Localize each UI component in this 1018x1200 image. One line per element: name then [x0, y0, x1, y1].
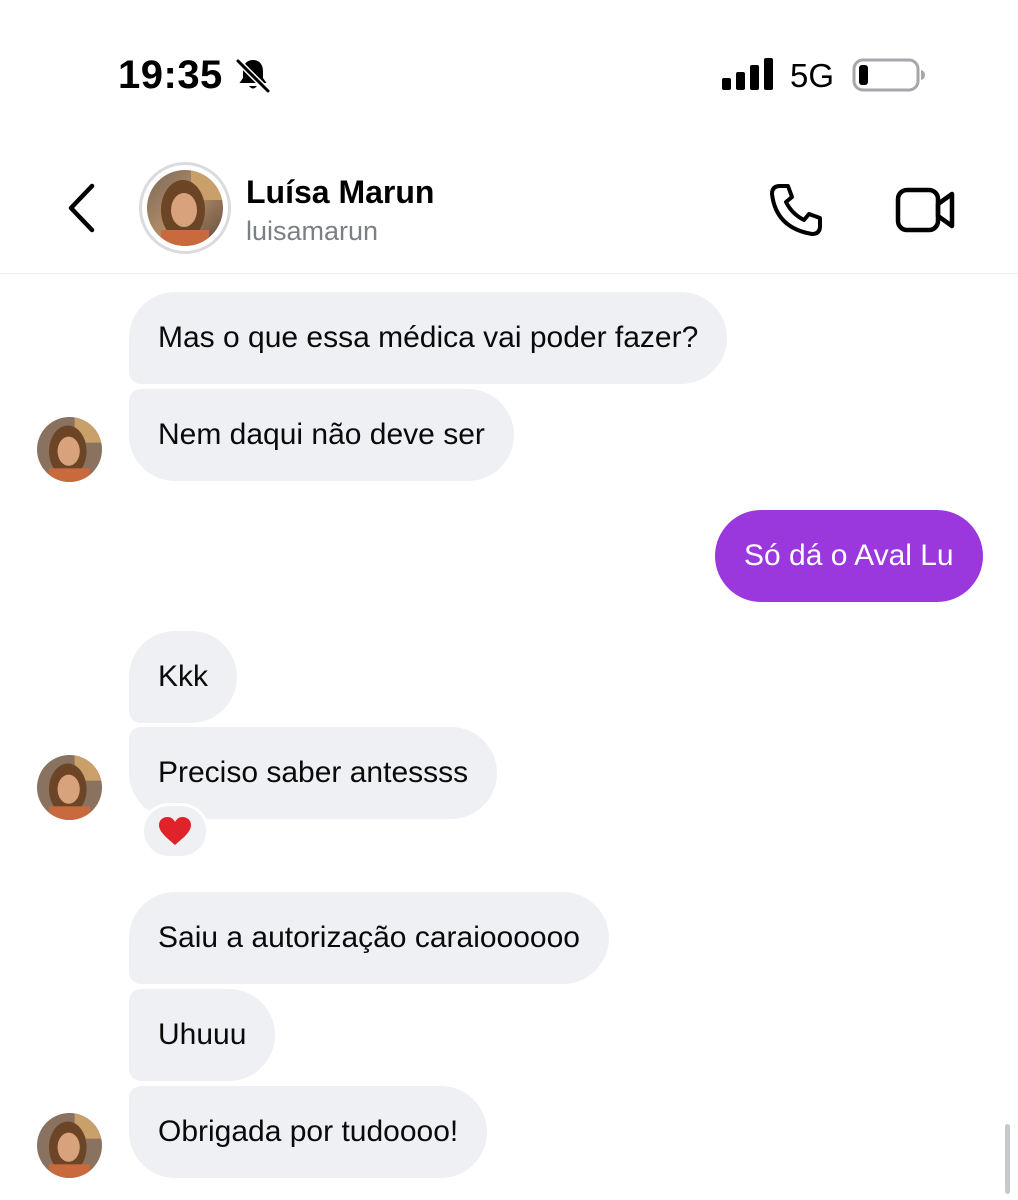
message-bubble-incoming[interactable]: Saiu a autorização caraioooooo — [129, 892, 609, 984]
message-bubble-incoming[interactable]: Obrigada por tudoooo! — [129, 1086, 488, 1178]
contact-name[interactable]: Luísa Marun — [246, 173, 434, 211]
sender-avatar[interactable] — [37, 1113, 102, 1178]
heart-icon — [159, 817, 191, 845]
status-time: 19:35 — [118, 53, 223, 97]
battery-icon — [852, 58, 925, 92]
message-bubble-incoming[interactable]: Kkk — [129, 631, 238, 723]
message-bubble-incoming[interactable]: Uhuuu — [129, 989, 276, 1081]
message-bubble-incoming[interactable]: Mas o que essa médica vai poder fazer? — [129, 292, 728, 384]
heart-reaction[interactable] — [141, 803, 209, 859]
chat-header: Luísa Marun luisamarun — [0, 140, 1018, 274]
phone-icon[interactable] — [766, 180, 826, 240]
network-label: 5G — [790, 57, 835, 94]
bell-slash-icon — [235, 58, 271, 94]
message-bubble-outgoing[interactable]: Só dá o Aval Lu — [715, 510, 983, 602]
contact-username[interactable]: luisamarun — [246, 215, 378, 247]
sender-avatar[interactable] — [37, 755, 102, 820]
video-camera-icon[interactable] — [894, 184, 958, 236]
message-bubble-incoming[interactable]: Nem daqui não deve ser — [129, 389, 514, 481]
signal-icon — [722, 58, 773, 90]
back-icon[interactable] — [62, 182, 102, 234]
sender-avatar[interactable] — [37, 417, 102, 482]
avatar-photo — [147, 170, 223, 246]
scrollbar[interactable] — [1005, 1124, 1010, 1194]
avatar[interactable] — [139, 162, 231, 254]
